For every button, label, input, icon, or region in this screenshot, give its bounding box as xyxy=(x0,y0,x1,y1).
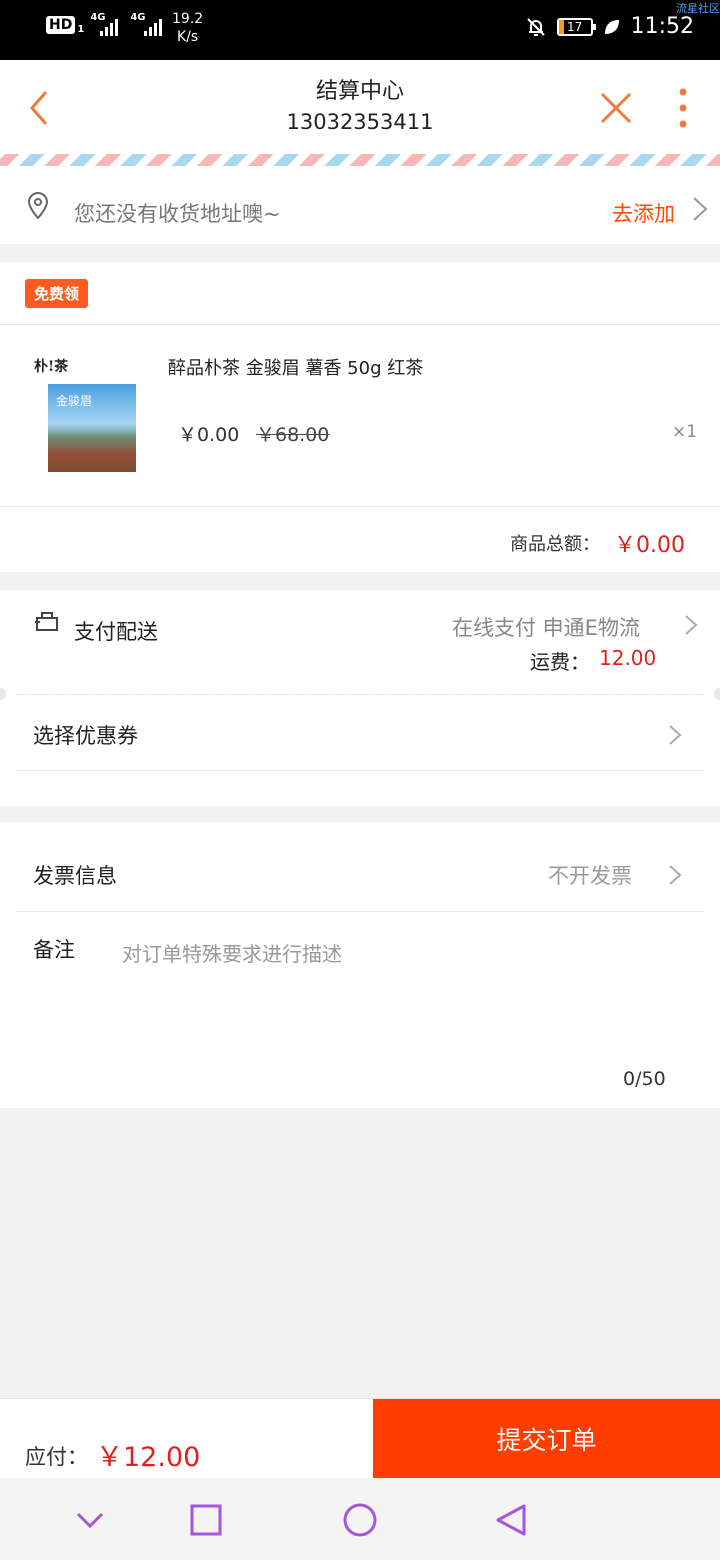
signal-icon-2: 4G xyxy=(130,12,164,36)
address-row[interactable]: 您还没有收货地址噢~ 去添加 xyxy=(0,166,720,244)
shipping-fee-value: 12.00 xyxy=(599,646,657,670)
delivery-section: 支付配送 在线支付 申通E物流 运费： 12.00 选择优惠券 xyxy=(0,590,720,806)
delivery-box-icon xyxy=(35,612,58,631)
product-original-price: ￥68.00 xyxy=(256,424,330,446)
product-name[interactable]: 醉品朴茶 金骏眉 薯香 50g 红茶 xyxy=(168,354,423,380)
ticket-notch xyxy=(0,688,6,700)
product-photo: 金骏眉 xyxy=(48,384,136,472)
remarks-counter: 0/50 xyxy=(623,1068,666,1090)
watermark: 流星社区 xyxy=(676,2,720,15)
goods-total-label: 商品总额： xyxy=(510,534,600,555)
product-thumbnail[interactable]: 朴!茶 金骏眉 xyxy=(32,356,140,472)
product-brand-logo: 朴!茶 xyxy=(34,359,69,375)
invoice-section: 发票信息 不开发票 备注 0/50 xyxy=(0,822,720,1108)
amount-due-label: 应付： xyxy=(25,1445,88,1469)
airmail-stripe xyxy=(0,154,720,166)
network-type-1: 4G xyxy=(90,12,106,23)
remarks-label: 备注 xyxy=(33,938,75,962)
invoice-value: 不开发票 xyxy=(548,864,632,888)
free-badge: 免费领 xyxy=(25,279,89,308)
dashed-divider xyxy=(16,694,704,695)
status-right: 17 11:52 xyxy=(525,14,694,39)
invoice-label: 发票信息 xyxy=(33,864,117,888)
system-nav-bar xyxy=(0,1478,720,1560)
delivery-value: 在线支付 申通E物流 xyxy=(452,616,640,640)
divider xyxy=(0,324,720,325)
chevron-right-icon xyxy=(669,865,682,885)
nav-bar: 结算中心 13032353411 xyxy=(0,60,720,154)
network-type-2: 4G xyxy=(130,12,146,23)
location-pin-icon xyxy=(27,192,49,220)
battery-level: 17 xyxy=(566,19,583,34)
chevron-right-icon xyxy=(685,615,698,635)
chevron-down-icon[interactable] xyxy=(74,1502,106,1538)
ticket-notch xyxy=(714,688,720,700)
shipping-fee-label: 运费： xyxy=(530,650,590,674)
amount-due-value: ￥12.00 xyxy=(96,1442,201,1473)
network-speed-unit: K/s xyxy=(176,29,199,45)
hd-indicator: HD xyxy=(46,16,76,34)
product-price: ￥0.00 xyxy=(178,424,240,446)
goods-card: 免费领 朴!茶 金骏眉 醉品朴茶 金骏眉 薯香 50g 红茶 ￥0.00 ￥68… xyxy=(0,262,720,572)
remarks-input[interactable] xyxy=(122,938,682,1058)
clock: 11:52 xyxy=(630,14,694,39)
coupon-label: 选择优惠券 xyxy=(33,724,138,748)
status-bar: HD 1 4G 4G 19.2 K/s 17 11:52 流星社区 xyxy=(0,0,720,60)
delivery-label: 支付配送 xyxy=(74,620,158,644)
recent-apps-square-icon[interactable] xyxy=(188,1502,224,1538)
goods-total-value: ￥0.00 xyxy=(614,533,685,558)
product-quantity: ×1 xyxy=(672,422,698,442)
chevron-right-icon xyxy=(693,197,708,221)
divider xyxy=(16,911,704,912)
submit-order-button[interactable]: 提交订单 xyxy=(373,1399,720,1479)
network-speed-value: 19.2 xyxy=(172,11,204,27)
back-triangle-icon[interactable] xyxy=(494,1502,530,1538)
address-placeholder: 您还没有收货地址噢~ xyxy=(74,202,281,226)
mute-bell-icon xyxy=(526,17,545,36)
add-address-link[interactable]: 去添加 xyxy=(612,198,675,228)
chevron-right-icon xyxy=(669,725,682,745)
signal-icon-1: 4G xyxy=(90,12,120,36)
network-speed: 19.2 K/s xyxy=(172,10,203,46)
battery-icon: 17 xyxy=(556,17,596,36)
home-circle-icon[interactable] xyxy=(342,1502,378,1538)
divider xyxy=(0,506,720,507)
leaf-icon xyxy=(604,19,619,34)
status-left: HD 1 4G 4G xyxy=(46,12,164,36)
divider xyxy=(16,770,704,771)
product-photo-caption: 金骏眉 xyxy=(56,394,93,408)
hd-sim-index: 1 xyxy=(77,23,85,35)
close-icon[interactable] xyxy=(598,90,634,126)
checkout-bar: 应付： ￥12.00 提交订单 xyxy=(0,1398,720,1479)
more-icon[interactable] xyxy=(674,86,692,130)
